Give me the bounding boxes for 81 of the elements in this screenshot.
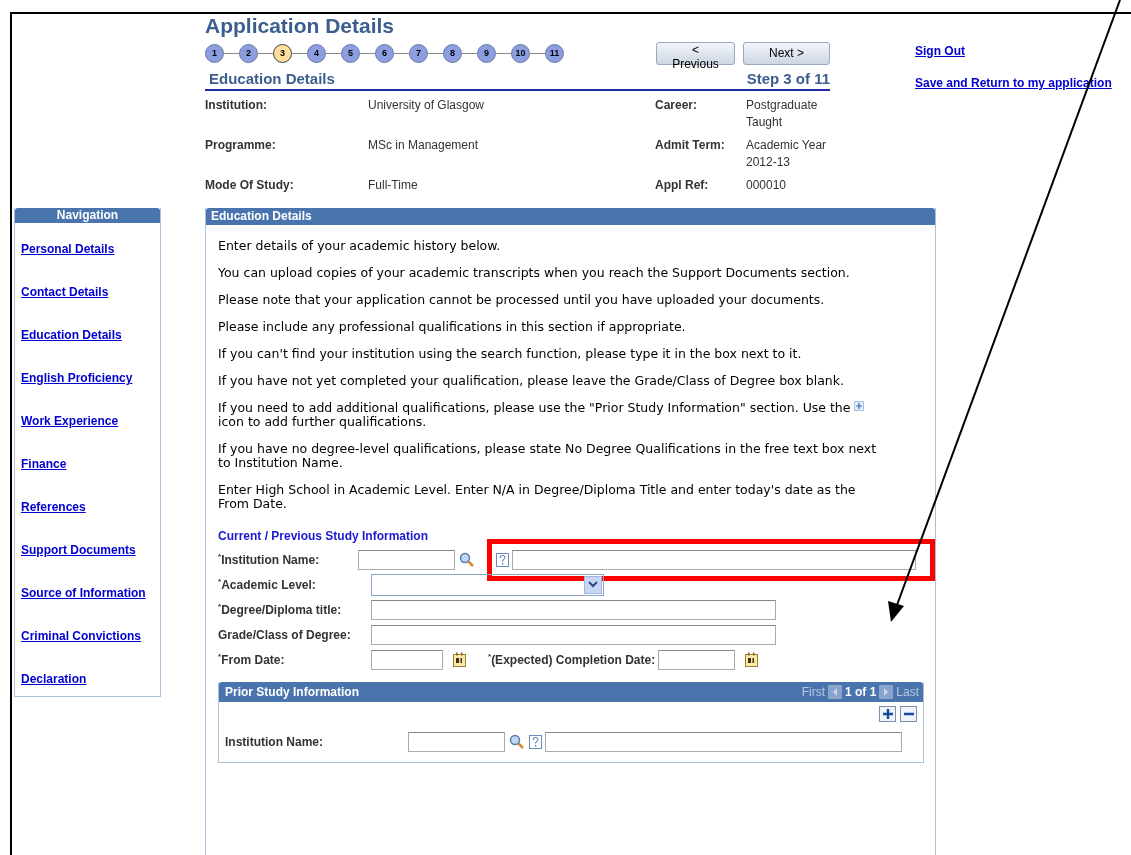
instruction-text: If you can't find your institution using the search function, please type it in the box next to it. [218, 347, 803, 361]
step-indicator[interactable]: 7 [409, 43, 428, 63]
instruction-text: Enter details of your academic history below. [218, 239, 502, 253]
nav-link[interactable]: Source of Information [21, 585, 146, 602]
input-field[interactable] [358, 549, 455, 570]
input-field[interactable] [408, 732, 505, 752]
summary-value: Academic Year 2012-13 [746, 137, 828, 171]
search-icon[interactable] [459, 551, 475, 568]
calendar-icon[interactable] [745, 652, 759, 667]
nav-link[interactable]: Declaration [21, 671, 87, 688]
date-field[interactable] [658, 649, 736, 670]
step-indicator[interactable]: 10 [511, 43, 530, 63]
step-indicator[interactable]: 4 [307, 43, 326, 63]
input-field[interactable] [545, 732, 902, 752]
nav-link[interactable]: Criminal Convictions [21, 628, 142, 645]
dropdown-field[interactable] [371, 573, 604, 596]
field-label: Institution Name: [225, 735, 324, 749]
field-label: Grade/Class of Degree: [218, 627, 352, 642]
help-icon[interactable] [496, 552, 509, 567]
panel-title: Prior Study Information [225, 685, 359, 699]
instruction-text: Please include any professional qualifications in this section if appropriate. [218, 320, 687, 334]
page-count: 1 of 1 [844, 685, 877, 699]
summary-label: Admit Term: [655, 137, 726, 154]
instruction-text: icon to add further qualifications. [218, 414, 427, 429]
panel-header: Navigation [15, 208, 160, 223]
page-title: Application Details [205, 14, 396, 38]
step-indicator[interactable]: 1 [205, 43, 224, 63]
instruction-text: If you need to add additional qualifications, please use the "Prior Study Information" section. Use the [218, 400, 851, 415]
subsection-title: Current / Previous Study Information [218, 529, 430, 543]
field-label: $^{*}$Degree/Diploma title: [218, 602, 343, 617]
instruction-text: If you have not yet completed your qualification, please leave the Grade/Class of Degree box blank. [218, 374, 845, 388]
calendar-icon[interactable] [453, 652, 466, 667]
summary-value: Postgraduate Taught [746, 97, 819, 131]
step-counter: Step 3 of 11 [746, 70, 830, 87]
input-field[interactable] [371, 624, 776, 645]
summary-label: Career: [655, 97, 699, 114]
field-label: $^{*}$Academic Level: [218, 577, 317, 592]
summary-label: Appl Ref: [655, 177, 710, 194]
plus-icon [882, 709, 893, 719]
summary-value: 000010 [746, 177, 788, 194]
step-indicator[interactable]: 3 [273, 43, 292, 63]
nav-link[interactable]: Personal Details [21, 241, 115, 258]
nav-link[interactable]: Contact Details [21, 284, 109, 301]
summary-label: Mode Of Study: [205, 177, 295, 194]
section-title: Education Details [209, 70, 335, 87]
next-button[interactable]: Next > [743, 41, 830, 65]
add-row-button[interactable] [879, 706, 896, 722]
nav-link[interactable]: Finance [21, 456, 67, 473]
sign-out-link[interactable]: Sign Out [915, 44, 1112, 58]
field-label: $^{*}$From Date: [218, 652, 286, 667]
step-indicator[interactable]: 9 [477, 43, 496, 63]
nav-link[interactable]: Education Details [21, 327, 122, 344]
nav-link[interactable]: English Proficiency [21, 370, 133, 387]
step-indicator[interactable]: 5 [341, 43, 360, 63]
field-label: $^{*}$(Expected) Completion Date: [488, 652, 656, 667]
delete-row-button[interactable] [900, 706, 917, 722]
date-field[interactable] [371, 649, 443, 670]
nav-link[interactable]: References [21, 499, 86, 516]
field-label: $^{*}$Institution Name: [218, 552, 321, 567]
instruction-text: If you have no degree-level qualifications, please state No Degree Qualifications in the free text box next to Institution Name. [218, 442, 878, 470]
summary-value: University of Glasgow [368, 97, 486, 114]
chevron-down-icon [588, 581, 598, 588]
input-field[interactable] [512, 549, 916, 570]
nav-link[interactable]: Work Experience [21, 413, 119, 430]
summary-value: Full-Time [368, 177, 419, 194]
plus-icon [854, 401, 865, 411]
search-icon[interactable] [509, 734, 525, 750]
step-indicator[interactable]: 6 [375, 43, 394, 63]
panel-header: Education Details [206, 208, 935, 225]
input-field[interactable] [371, 599, 776, 620]
instruction-text: Please note that your application cannot be processed until you have uploaded your documents. [218, 293, 826, 307]
summary-value: MSc in Management [368, 137, 480, 154]
step-indicator[interactable]: 11 [545, 43, 564, 63]
nav-link[interactable]: Support Documents [21, 542, 136, 559]
summary-label: Institution: [205, 97, 268, 114]
instruction-text: You can upload copies of your academic transcripts when you reach the Support Documents section. [218, 266, 851, 280]
help-icon[interactable] [529, 735, 542, 749]
step-indicator[interactable]: 2 [239, 43, 258, 63]
instruction-text: Enter High School in Academic Level. Enter N/A in Degree/Diploma Title and enter today's date as the From Date. [218, 483, 857, 511]
step-indicator[interactable]: 8 [443, 43, 462, 63]
summary-label: Programme: [205, 137, 277, 154]
